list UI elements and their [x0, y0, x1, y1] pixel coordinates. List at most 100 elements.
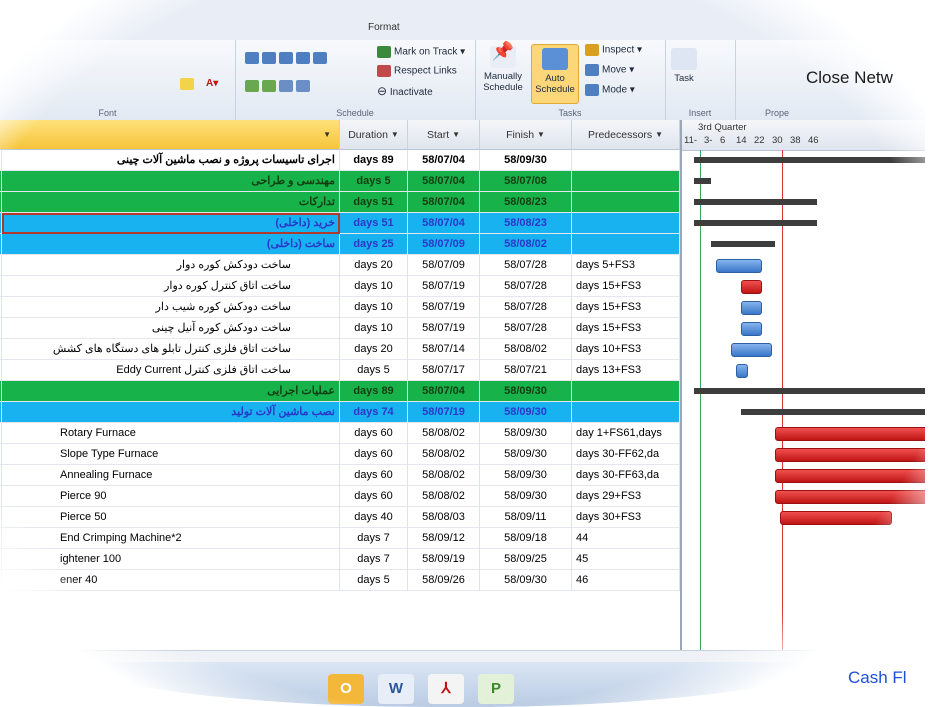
finish-cell[interactable]: 58/07/08	[480, 171, 572, 192]
task-bar[interactable]	[775, 469, 925, 483]
predecessors-cell[interactable]	[572, 150, 680, 171]
task-name-cell[interactable]: Rotary Furnace	[2, 423, 340, 444]
start-header[interactable]: Start ▼	[408, 120, 480, 150]
start-cell[interactable]: 58/08/02	[408, 444, 480, 465]
unlink-icon[interactable]	[296, 80, 310, 92]
finish-cell[interactable]: 58/09/11	[480, 507, 572, 528]
duration-cell[interactable]: days 51	[340, 213, 408, 234]
predecessors-cell[interactable]: 46	[572, 570, 680, 591]
start-cell[interactable]: 58/07/19	[408, 276, 480, 297]
respect-links-button[interactable]: Respect Links	[377, 65, 457, 77]
duration-cell[interactable]: days 60	[340, 486, 408, 507]
task-name-cell[interactable]: ساخت دودکش کوره دوار	[2, 255, 340, 276]
predecessors-cell[interactable]	[572, 234, 680, 255]
duration-cell[interactable]: days 60	[340, 423, 408, 444]
table-row[interactable]: تدارکات days 51 58/07/04 58/08/23	[0, 192, 680, 213]
duration-cell[interactable]: days 5	[340, 171, 408, 192]
start-cell[interactable]: 58/09/19	[408, 549, 480, 570]
pct-50-icon[interactable]	[279, 52, 293, 64]
link-icon[interactable]	[279, 80, 293, 92]
finish-cell[interactable]: 58/09/18	[480, 528, 572, 549]
finish-cell[interactable]: 58/07/28	[480, 276, 572, 297]
task-name-header[interactable]: ▼	[0, 120, 340, 150]
predecessors-cell[interactable]	[572, 171, 680, 192]
finish-header[interactable]: Finish ▼	[480, 120, 572, 150]
word-taskbar-icon[interactable]: W	[378, 674, 414, 704]
predecessors-cell[interactable]	[572, 402, 680, 423]
table-row[interactable]: 9نصب ماشین آلات تولیدdays 7458/07/1958/0…	[0, 402, 680, 423]
predecessors-cell[interactable]: days 13+FS3	[572, 360, 680, 381]
summary-bar[interactable]	[694, 157, 925, 163]
predecessors-cell[interactable]: days 15+FS3	[572, 276, 680, 297]
task-bar[interactable]	[740, 301, 763, 315]
table-row[interactable]: 7ساخت اتاق فلزی کنترل Eddy Currentdays 5…	[0, 360, 680, 381]
duration-cell[interactable]: days 7	[340, 549, 408, 570]
table-row[interactable]: Slope Type Furnace days 60 58/08/02 58/09/3…	[0, 444, 680, 465]
task-bar[interactable]	[731, 343, 773, 357]
task-bar[interactable]	[740, 322, 763, 336]
task-name-cell[interactable]: ساخت اتاق کنترل کوره دوار	[2, 276, 340, 297]
mark-on-track-button[interactable]: Mark on Track ▾	[377, 46, 465, 58]
predecessors-cell[interactable]: 45	[572, 549, 680, 570]
start-cell[interactable]: 58/09/26	[408, 570, 480, 591]
finish-cell[interactable]: 58/08/02	[480, 339, 572, 360]
start-cell[interactable]: 58/09/12	[408, 528, 480, 549]
duration-cell[interactable]: days 60	[340, 465, 408, 486]
duration-cell[interactable]: days 25	[340, 234, 408, 255]
task-bar[interactable]	[716, 259, 763, 273]
start-cell[interactable]: 58/07/19	[408, 297, 480, 318]
table-row[interactable]: Pierce 50 days 40 58/08/03 58/09/11 days 30+…	[0, 507, 680, 528]
table-row[interactable]: 4ساخت دودکش کوره شیب دارdays 1058/07/195…	[0, 297, 680, 318]
tab-format[interactable]: Format	[368, 22, 400, 33]
duration-cell[interactable]: days 60	[340, 444, 408, 465]
task-bar[interactable]	[735, 364, 748, 378]
task-bar[interactable]	[780, 511, 893, 525]
finish-cell[interactable]: 58/09/30	[480, 444, 572, 465]
duration-cell[interactable]: days 20	[340, 255, 408, 276]
start-cell[interactable]: 58/07/04	[408, 381, 480, 402]
indent-icon[interactable]	[262, 80, 276, 92]
task-name-cell[interactable]: ساخت (داخلی)	[2, 234, 340, 255]
start-cell[interactable]: 58/08/02	[408, 486, 480, 507]
insert-task-button[interactable]: Task	[669, 48, 699, 84]
manually-schedule-button[interactable]: 📌 Manually Schedule	[479, 42, 527, 93]
summary-bar[interactable]	[694, 178, 712, 184]
predecessors-cell[interactable]: days 29+FS3	[572, 486, 680, 507]
table-row[interactable]: Pierce 90 days 60 58/08/02 58/09/30 days 29+…	[0, 486, 680, 507]
duration-cell[interactable]: days 20	[340, 339, 408, 360]
table-row[interactable]: ightener 100 days 7 58/09/19 58/09/25 45	[0, 549, 680, 570]
duration-cell[interactable]: days 51	[340, 192, 408, 213]
duration-cell[interactable]: days 10	[340, 297, 408, 318]
start-cell[interactable]: 58/07/04	[408, 213, 480, 234]
predecessors-header[interactable]: Predecessors ▼	[572, 120, 680, 150]
summary-bar[interactable]	[740, 409, 925, 415]
move-button[interactable]: Move ▾	[585, 64, 634, 76]
summary-bar[interactable]	[694, 220, 817, 226]
start-cell[interactable]: 58/07/17	[408, 360, 480, 381]
task-name-cell[interactable]: Pierce 50	[2, 507, 340, 528]
task-name-cell[interactable]: تدارکات	[2, 192, 340, 213]
start-cell[interactable]: 58/07/04	[408, 171, 480, 192]
auto-schedule-button[interactable]: Auto Schedule	[531, 44, 579, 104]
table-row[interactable]: 3ساخت اتاق کنترل کوره دوارdays 1058/07/1…	[0, 276, 680, 297]
task-name-cell[interactable]: نصب ماشین آلات تولید	[2, 402, 340, 423]
task-bar[interactable]	[740, 280, 763, 294]
start-cell[interactable]: 58/07/14	[408, 339, 480, 360]
start-cell[interactable]: 58/07/19	[408, 402, 480, 423]
predecessors-cell[interactable]: days 15+FS3	[572, 297, 680, 318]
duration-cell[interactable]: days 5	[340, 360, 408, 381]
project-taskbar-icon[interactable]: P	[478, 674, 514, 704]
predecessors-cell[interactable]	[572, 192, 680, 213]
finish-cell[interactable]: 58/07/28	[480, 318, 572, 339]
duration-header[interactable]: Duration ▼	[340, 120, 408, 150]
start-cell[interactable]: 58/07/09	[408, 234, 480, 255]
predecessors-cell[interactable]: days 15+FS3	[572, 318, 680, 339]
task-name-cell[interactable]: Pierce 90	[2, 486, 340, 507]
pct-0-icon[interactable]	[245, 52, 259, 64]
table-row[interactable]: 8عملیات اجراییdays 8958/07/0458/09/30	[0, 381, 680, 402]
task-name-cell[interactable]: End Crimping Machine*2	[2, 528, 340, 549]
task-name-cell[interactable]: ener 40	[2, 570, 340, 591]
start-cell[interactable]: 58/07/09	[408, 255, 480, 276]
finish-cell[interactable]: 58/08/23	[480, 213, 572, 234]
finish-cell[interactable]: 58/09/25	[480, 549, 572, 570]
